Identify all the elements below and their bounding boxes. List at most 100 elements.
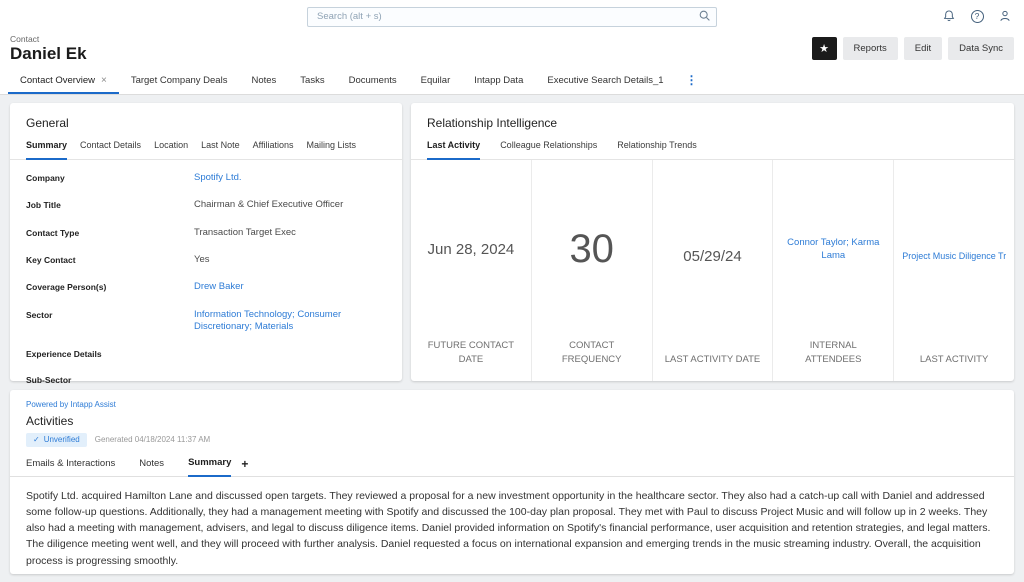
reports-button[interactable]: Reports	[843, 37, 898, 60]
field-value: Transaction Target Exec	[194, 227, 296, 239]
help-icon[interactable]: ?	[970, 9, 984, 23]
activities-title: Activities	[26, 414, 998, 428]
field-experience-details: Experience Details	[26, 341, 386, 367]
field-label: Sub-Sector	[26, 374, 194, 385]
field-label: Key Contact	[26, 254, 194, 265]
field-label: Company	[26, 172, 194, 183]
tab-contact-overview[interactable]: Contact Overview ×	[8, 75, 119, 94]
tab-equilar[interactable]: Equilar	[409, 75, 463, 94]
metric-value-link[interactable]: Project Music Diligence Transcript	[902, 251, 1006, 261]
record-type-label: Contact	[10, 34, 87, 44]
content: General Summary Contact Details Location…	[0, 95, 1024, 582]
header-actions: ★ Reports Edit Data Sync	[812, 37, 1014, 60]
topbar: ?	[0, 0, 1024, 32]
metric-label: INTERNAL ATTENDEES	[773, 339, 893, 381]
tab-target-company-deals[interactable]: Target Company Deals	[119, 75, 240, 94]
general-card: General Summary Contact Details Location…	[10, 103, 402, 381]
metric-label: CONTACT FREQUENCY	[532, 339, 652, 381]
user-profile-icon[interactable]	[998, 9, 1012, 23]
field-key-contact: Key Contact Yes	[26, 247, 386, 274]
badge-label: Unverified	[44, 435, 80, 444]
metric-value: 30	[569, 227, 614, 272]
tab-label: Contact Overview	[20, 75, 95, 86]
subtab-mailing-lists[interactable]: Mailing Lists	[306, 140, 356, 159]
field-value-link[interactable]: Drew Baker	[194, 281, 244, 293]
activities-card: Powered by Intapp Assist Activities ✓ Un…	[10, 390, 1014, 574]
topbar-icons: ?	[942, 0, 1012, 32]
field-label: Job Title	[26, 199, 194, 210]
general-subtabs: Summary Contact Details Location Last No…	[10, 140, 402, 160]
field-value-link[interactable]: Information Technology; Consumer Discret…	[194, 309, 386, 334]
search-input[interactable]	[307, 7, 717, 27]
field-sector: Sector Information Technology; Consumer …	[26, 301, 386, 341]
edit-button[interactable]: Edit	[904, 37, 942, 60]
subtab-colleague-relationships[interactable]: Colleague Relationships	[500, 140, 597, 159]
generated-timestamp: Generated 04/18/2024 11:37 AM	[95, 435, 211, 444]
metric-label: LAST ACTIVITY	[894, 353, 1014, 381]
check-icon: ✓	[33, 435, 40, 444]
close-icon[interactable]: ×	[101, 75, 107, 86]
subtab-contact-details[interactable]: Contact Details	[80, 140, 141, 159]
field-job-title: Job Title Chairman & Chief Executive Off…	[26, 192, 386, 219]
field-value: Yes	[194, 254, 210, 266]
metric-value-link[interactable]: Connor Taylor; Karma Lama	[781, 236, 885, 263]
add-tab-plus-icon[interactable]: +	[241, 457, 248, 476]
ri-metrics: Jun 28, 2024 FUTURE CONTACT DATE 30 CONT…	[411, 160, 1014, 381]
field-contact-type: Contact Type Transaction Target Exec	[26, 219, 386, 246]
metric-value: Jun 28, 2024	[428, 241, 515, 258]
field-value: Chairman & Chief Executive Officer	[194, 199, 343, 211]
metric-value: 05/29/24	[683, 248, 741, 265]
metric-label: FUTURE CONTACT DATE	[411, 339, 531, 381]
field-label: Experience Details	[26, 348, 194, 359]
notifications-bell-icon[interactable]	[942, 9, 956, 23]
general-card-title: General	[10, 103, 402, 140]
activity-summary-text: Spotify Ltd. acquired Hamilton Lane and …	[26, 488, 998, 569]
subtab-relationship-trends[interactable]: Relationship Trends	[617, 140, 697, 159]
field-label: Coverage Person(s)	[26, 281, 194, 292]
metric-last-activity-date: 05/29/24 LAST ACTIVITY DATE	[652, 160, 773, 381]
tab-notes[interactable]: Notes	[239, 75, 288, 94]
subtab-location[interactable]: Location	[154, 140, 188, 159]
tab-documents[interactable]: Documents	[337, 75, 409, 94]
field-label: Sector	[26, 309, 194, 320]
data-sync-button[interactable]: Data Sync	[948, 37, 1014, 60]
unverified-badge[interactable]: ✓ Unverified	[26, 433, 87, 447]
metric-last-activity: Project Music Diligence Transcript LAST …	[893, 160, 1014, 381]
star-icon: ★	[819, 42, 829, 55]
tab-tasks[interactable]: Tasks	[288, 75, 336, 94]
search-icon[interactable]	[698, 9, 711, 22]
relationship-intelligence-card: Relationship Intelligence Last Activity …	[411, 103, 1014, 381]
page-title: Daniel Ek	[10, 44, 87, 64]
tab-executive-search-details[interactable]: Executive Search Details_1	[535, 75, 675, 94]
help-question-glyph: ?	[971, 10, 984, 23]
ri-subtabs: Last Activity Colleague Relationships Re…	[411, 140, 1014, 160]
global-search	[307, 6, 717, 26]
favorite-button[interactable]: ★	[812, 37, 837, 60]
title-block: Contact Daniel Ek	[10, 34, 87, 64]
more-tabs-kebab-icon[interactable]: ⋮	[676, 73, 708, 94]
page-header: Contact Daniel Ek ★ Reports Edit Data Sy…	[0, 32, 1024, 69]
general-fields: Company Spotify Ltd. Job Title Chairman …	[10, 160, 402, 426]
subtab-affiliations[interactable]: Affiliations	[253, 140, 294, 159]
activities-meta: ✓ Unverified Generated 04/18/2024 11:37 …	[26, 433, 998, 447]
field-company: Company Spotify Ltd.	[26, 165, 386, 192]
tab-intapp-data[interactable]: Intapp Data	[462, 75, 535, 94]
tab-activity-notes[interactable]: Notes	[139, 458, 164, 476]
metric-label: LAST ACTIVITY DATE	[653, 353, 773, 381]
metric-future-contact-date: Jun 28, 2024 FUTURE CONTACT DATE	[411, 160, 531, 381]
main-tab-bar: Contact Overview × Target Company Deals …	[0, 69, 1024, 95]
metric-internal-attendees: Connor Taylor; Karma Lama INTERNAL ATTEN…	[772, 160, 893, 381]
subtab-summary[interactable]: Summary	[26, 140, 67, 160]
tab-emails-interactions[interactable]: Emails & Interactions	[26, 458, 115, 476]
powered-by-label: Powered by Intapp Assist	[26, 400, 998, 409]
subtab-last-note[interactable]: Last Note	[201, 140, 240, 159]
field-label: Contact Type	[26, 227, 194, 238]
field-value-link[interactable]: Spotify Ltd.	[194, 172, 242, 184]
ri-card-title: Relationship Intelligence	[411, 103, 1014, 140]
activities-tab-bar: Emails & Interactions Notes Summary +	[10, 457, 1014, 477]
app: ? Contact Daniel Ek ★ Reports Edit Data …	[0, 0, 1024, 582]
tab-summary[interactable]: Summary	[188, 457, 231, 477]
top-row: General Summary Contact Details Location…	[10, 103, 1014, 381]
subtab-last-activity[interactable]: Last Activity	[427, 140, 480, 160]
field-coverage-persons: Coverage Person(s) Drew Baker	[26, 274, 386, 301]
